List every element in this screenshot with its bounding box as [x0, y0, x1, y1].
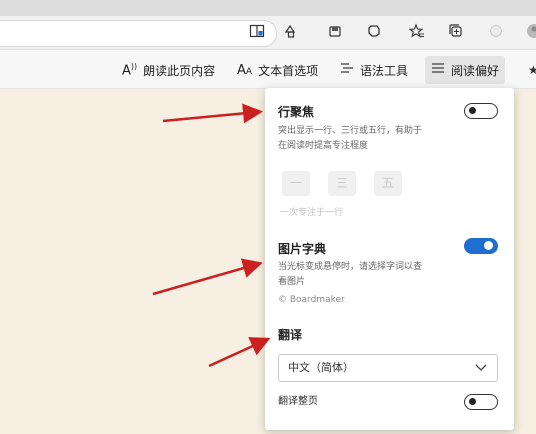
- annotation-arrows: [152, 103, 271, 368]
- arrow-to-picture-dictionary: [152, 258, 263, 296]
- arrow-to-translate: [208, 337, 271, 368]
- arrow-to-line-focus: [162, 103, 263, 124]
